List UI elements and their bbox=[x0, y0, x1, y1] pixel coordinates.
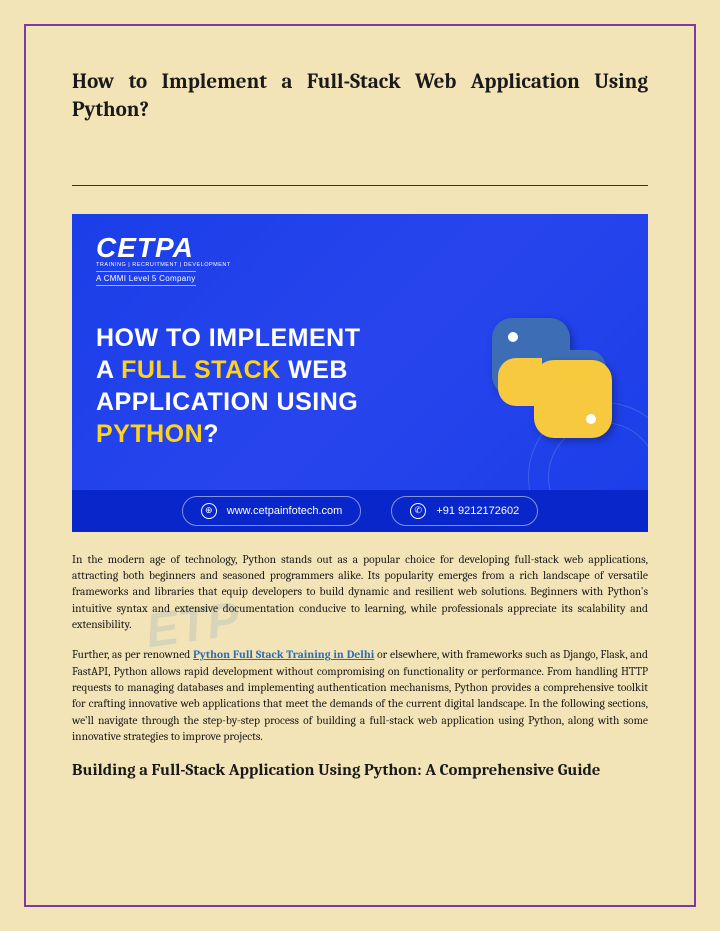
headline-line-4: PYTHON? bbox=[96, 418, 360, 450]
paragraph-2-pre: Further, as per renowned bbox=[72, 648, 193, 661]
training-link[interactable]: Python Full Stack Training in Delhi bbox=[193, 648, 374, 661]
headline-line-2: A FULL STACK WEB bbox=[96, 354, 360, 386]
banner-headline: HOW TO IMPLEMENT A FULL STACK WEB APPLIC… bbox=[96, 322, 360, 450]
page-background: How to Implement a Full-Stack Web Applic… bbox=[0, 0, 720, 931]
paragraph-2: Further, as per renowned Python Full Sta… bbox=[72, 647, 648, 745]
horizontal-rule bbox=[72, 185, 648, 186]
phone-pill: ✆ +91 9212172602 bbox=[391, 496, 538, 526]
website-text: www.cetpainfotech.com bbox=[227, 505, 343, 517]
logo-subtitle: A CMMI Level 5 Company bbox=[96, 271, 196, 286]
hero-banner: CETPA TRAINING | RECRUITMENT | DEVELOPME… bbox=[72, 214, 648, 532]
banner-logo: CETPA TRAINING | RECRUITMENT | DEVELOPME… bbox=[96, 232, 231, 286]
headline-line-1: HOW TO IMPLEMENT bbox=[96, 322, 360, 354]
headline-line-3: APPLICATION USING bbox=[96, 386, 360, 418]
banner-footer: ⊕ www.cetpainfotech.com ✆ +91 9212172602 bbox=[72, 490, 648, 532]
paragraph-1: In the modern age of technology, Python … bbox=[72, 552, 648, 634]
phone-text: +91 9212172602 bbox=[436, 505, 519, 517]
website-pill: ⊕ www.cetpainfotech.com bbox=[182, 496, 362, 526]
python-logo-icon bbox=[454, 300, 648, 460]
logo-text: CETPA bbox=[96, 232, 231, 264]
paragraph-2-post: or elsewhere, with frameworks such as Dj… bbox=[72, 648, 648, 743]
subheading: Building a Full-Stack Application Using … bbox=[72, 759, 648, 783]
globe-icon: ⊕ bbox=[201, 503, 217, 519]
page-border: How to Implement a Full-Stack Web Applic… bbox=[24, 24, 696, 907]
page-title: How to Implement a Full-Stack Web Applic… bbox=[72, 68, 648, 125]
logo-tagline: TRAINING | RECRUITMENT | DEVELOPMENT bbox=[96, 262, 231, 268]
phone-icon: ✆ bbox=[410, 503, 426, 519]
